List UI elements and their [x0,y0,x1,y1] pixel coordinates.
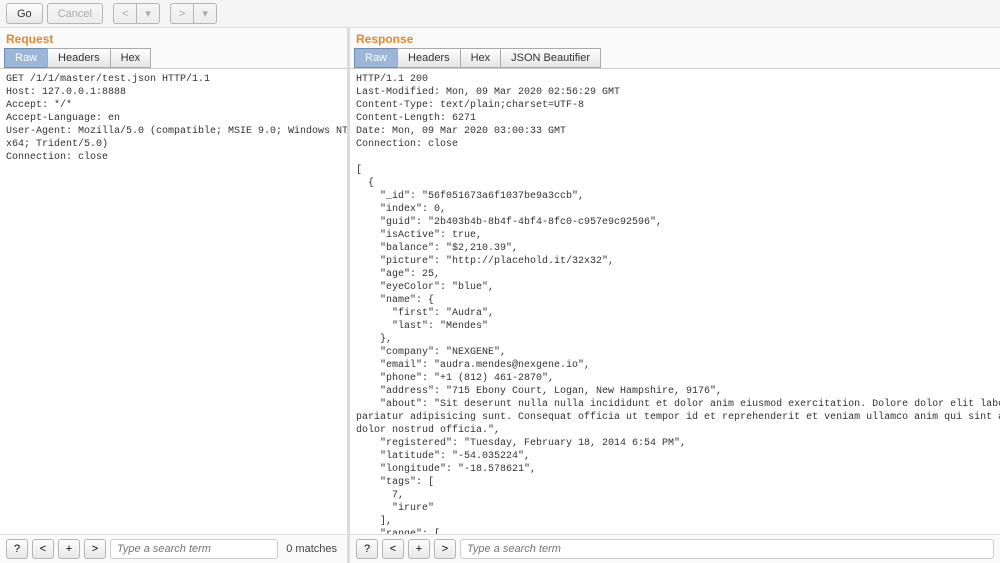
back-button[interactable]: < [113,3,137,24]
tab-response-hex[interactable]: Hex [460,48,502,68]
tab-response-headers[interactable]: Headers [397,48,461,68]
cancel-button[interactable]: Cancel [47,3,103,24]
response-search-bar: ? < + > [350,534,1000,563]
request-title: Request [0,28,347,48]
request-search-input[interactable] [110,539,278,559]
request-search-prev-button[interactable]: < [32,539,54,559]
split-container: Request Raw Headers Hex GET /1/1/master/… [0,28,1000,563]
tab-response-json[interactable]: JSON Beautifier [500,48,601,68]
request-tabs: Raw Headers Hex [0,48,347,68]
tab-request-raw[interactable]: Raw [4,48,48,68]
response-search-prev-button[interactable]: < [382,539,404,559]
request-panel: Request Raw Headers Hex GET /1/1/master/… [0,28,350,563]
history-forward-group: > ▾ [170,3,217,24]
response-title: Response [350,28,1000,48]
request-search-help-button[interactable]: ? [6,539,28,559]
request-search-next-button[interactable]: > [84,539,106,559]
response-panel: Response Raw Headers Hex JSON Beautifier… [350,28,1000,563]
go-button[interactable]: Go [6,3,43,24]
request-raw-content[interactable]: GET /1/1/master/test.json HTTP/1.1 Host:… [0,68,347,534]
response-raw-content[interactable]: HTTP/1.1 200 Last-Modified: Mon, 09 Mar … [350,68,1000,534]
forward-dropdown-button[interactable]: ▾ [193,3,217,24]
request-search-add-button[interactable]: + [58,539,80,559]
history-back-group: < ▾ [113,3,160,24]
tab-request-headers[interactable]: Headers [47,48,111,68]
response-search-next-button[interactable]: > [434,539,456,559]
request-search-bar: ? < + > 0 matches [0,534,347,563]
main-toolbar: Go Cancel < ▾ > ▾ [0,0,1000,28]
response-search-input[interactable] [460,539,994,559]
tab-request-hex[interactable]: Hex [110,48,152,68]
response-search-help-button[interactable]: ? [356,539,378,559]
request-search-matches: 0 matches [282,543,341,555]
response-search-add-button[interactable]: + [408,539,430,559]
back-dropdown-button[interactable]: ▾ [136,3,160,24]
tab-response-raw[interactable]: Raw [354,48,398,68]
forward-button[interactable]: > [170,3,194,24]
response-tabs: Raw Headers Hex JSON Beautifier [350,48,1000,68]
